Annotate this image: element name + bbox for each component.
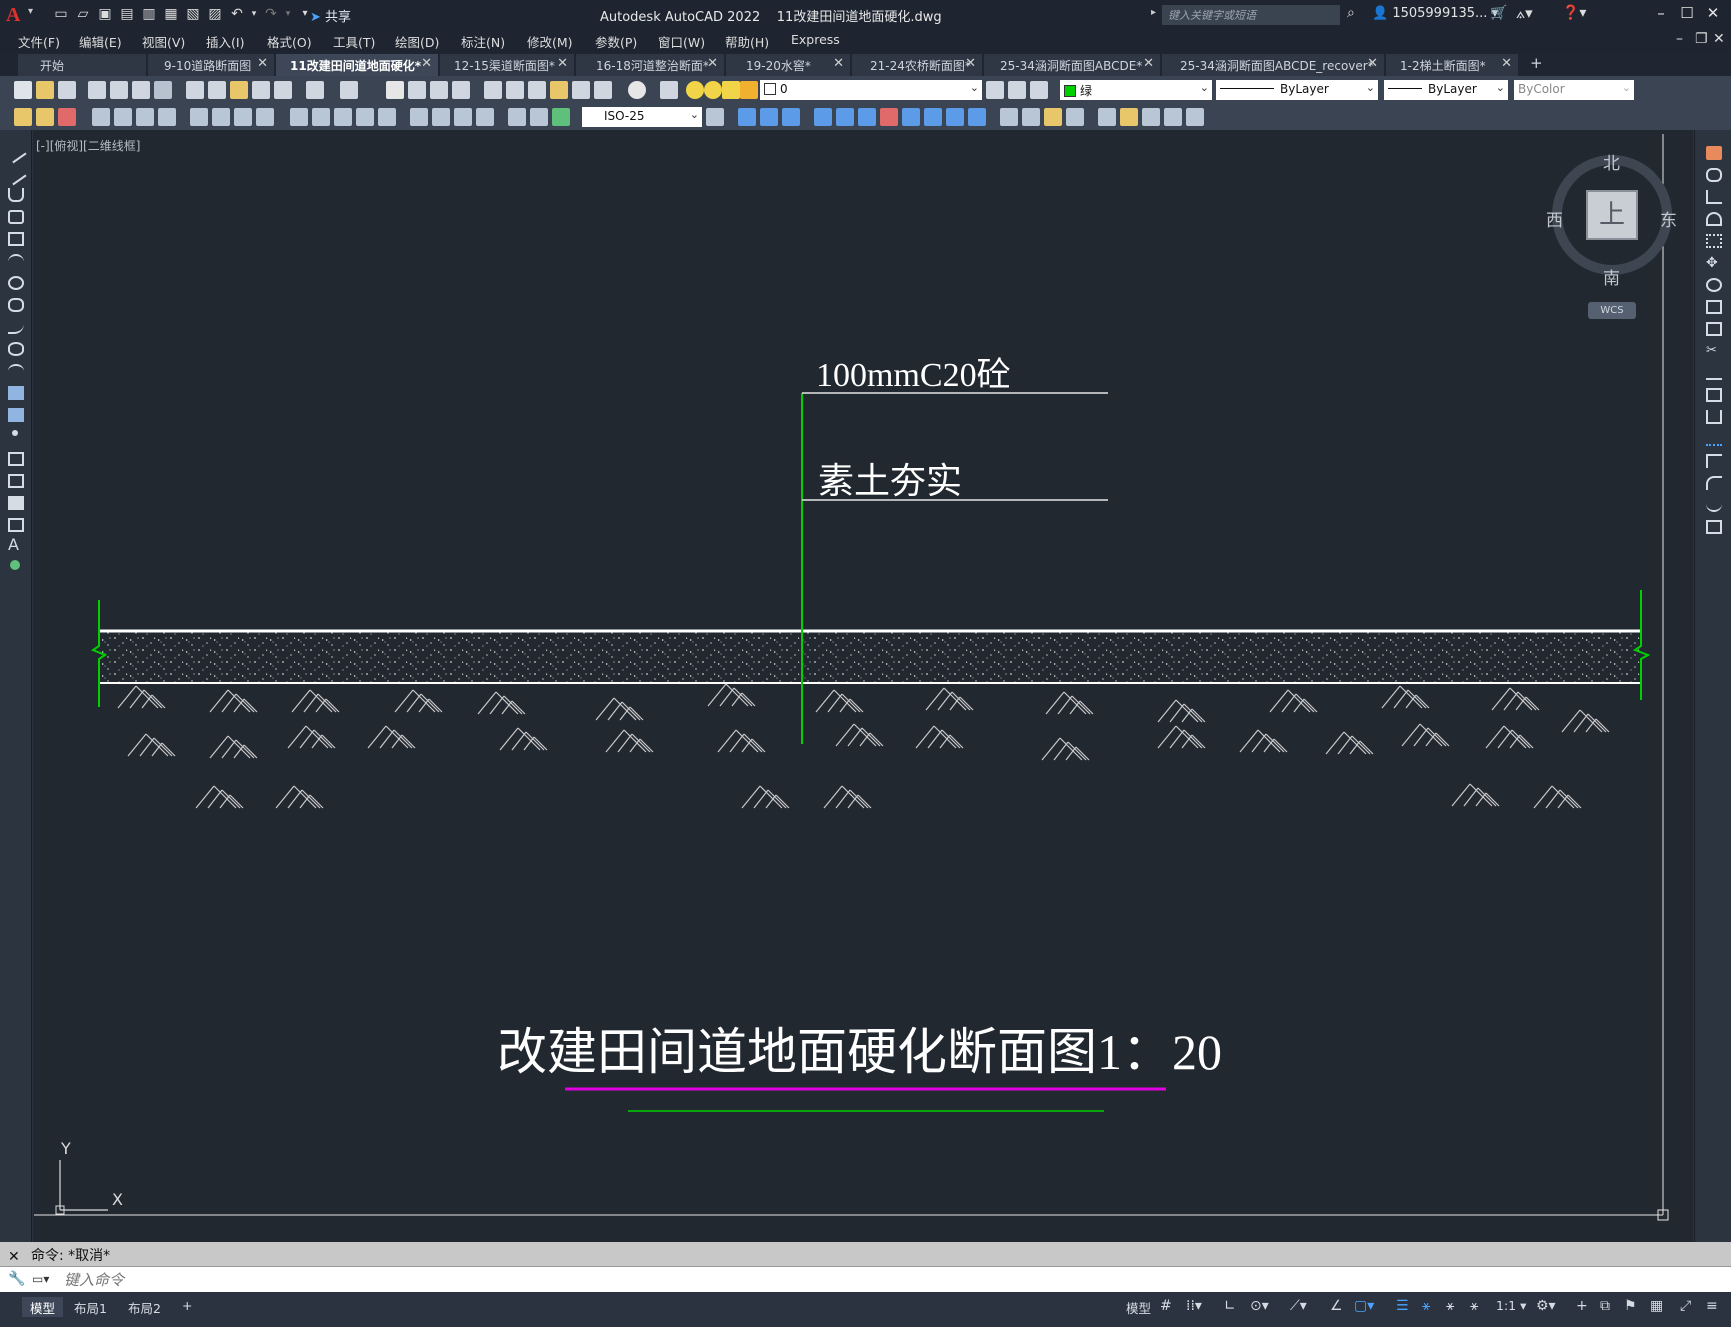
command-input[interactable] (64, 1270, 1564, 1290)
polar-icon[interactable]: ⊙▾ (1250, 1298, 1269, 1314)
label-compacted-soil: 素土夯实 (818, 461, 963, 501)
lineweight-toggle-icon[interactable]: ☰ (1396, 1298, 1409, 1314)
annotation-scale[interactable]: 1:1 ▾ (1496, 1298, 1526, 1313)
tab-model[interactable]: 模型 (22, 1297, 64, 1317)
command-recent-icon[interactable]: ▭▾ (32, 1272, 49, 1286)
annotation-monitor-icon[interactable]: + (1576, 1298, 1588, 1314)
compacted-soil-hatch (117, 683, 1610, 809)
wrench-icon[interactable]: 🔧 (8, 1271, 25, 1287)
annotation-visibility-icon[interactable]: ⚹ (1446, 1298, 1454, 1314)
workspace-gear-icon[interactable]: ⚙▾ (1536, 1298, 1556, 1314)
isolate-objects-icon[interactable]: ⚑ (1624, 1298, 1637, 1314)
tab-layout2[interactable]: 布局2 (120, 1297, 169, 1317)
object-snap-icon[interactable]: ▢▾ (1354, 1298, 1374, 1314)
command-history-text: 命令: *取消* (31, 1248, 111, 1264)
ucs-y-label: Y (61, 1139, 71, 1158)
wcs-dropdown[interactable]: WCS (1588, 302, 1636, 319)
label-concrete-layer: 100mmC20砼 (816, 357, 1011, 394)
object-snap-tracking-icon[interactable]: ∠ (1330, 1298, 1343, 1314)
hardware-acceleration-icon[interactable]: ▦ (1650, 1298, 1663, 1314)
drawing-title: 改建田间道地面硬化断面图1：20 (497, 1024, 1222, 1080)
command-history: 命令: *取消* (0, 1242, 1731, 1266)
left-break-line (90, 600, 108, 707)
grid-icon[interactable]: # (1160, 1298, 1172, 1314)
model-space-toggle[interactable]: 模型 (1126, 1298, 1151, 1317)
add-layout-button[interactable]: + (174, 1297, 200, 1317)
concrete-layer (99, 632, 1641, 683)
snap-icon[interactable]: ⁞⁞▾ (1186, 1298, 1202, 1314)
viewcube-south[interactable]: 南 (1603, 264, 1620, 289)
autocad-window: A ▾ ▭ ▱ ▣ ▤ ▥ ▦ ▧ ▨ ↶ ▾ ↷ ▾ ▾ ➤ 共享 Autod… (0, 0, 1731, 1327)
viewcube-top-face[interactable]: 上 (1586, 190, 1638, 240)
ucs-x-label: X (112, 1190, 123, 1209)
status-bar: 模型 布局1 布局2 + 模型 # ⁞⁞▾ ∟ ⊙▾ ⟋▾ ∠ ▢▾ ☰ ⚹ ⚹… (0, 1292, 1731, 1327)
command-line: 🔧 ▭▾ (0, 1266, 1731, 1292)
ortho-icon[interactable]: ∟ (1224, 1298, 1236, 1314)
selection-cycling-icon[interactable]: ⚹ (1422, 1298, 1430, 1314)
command-close-icon[interactable]: ✕ (8, 1249, 20, 1265)
auto-scale-icon[interactable]: ⚹ (1470, 1298, 1478, 1314)
viewcube-north[interactable]: 北 (1603, 149, 1620, 174)
tab-layout1[interactable]: 布局1 (66, 1297, 115, 1317)
clean-screen-icon[interactable]: ⤢ (1680, 1298, 1691, 1314)
annotation-scale-value: 1:1 (1496, 1298, 1517, 1313)
viewcube-west[interactable]: 西 (1546, 206, 1563, 231)
customization-menu-icon[interactable]: ≡ (1706, 1298, 1718, 1314)
viewcube-east[interactable]: 东 (1660, 206, 1677, 231)
units-icon[interactable]: ⧉ (1600, 1298, 1610, 1314)
isodraft-icon[interactable]: ⟋▾ (1290, 1298, 1307, 1314)
drawing-geometry (34, 134, 1672, 1221)
